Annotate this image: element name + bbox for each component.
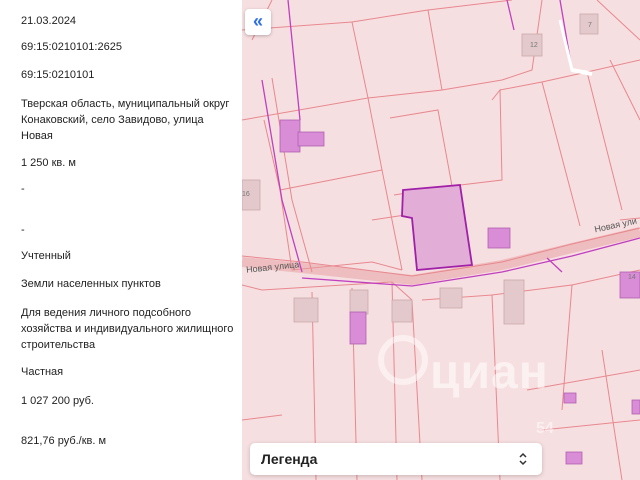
cadastral-value: 1 027 200 руб.	[21, 395, 94, 407]
house-number: 16	[242, 191, 250, 198]
cadastral-quarter: 69:15:0210101	[21, 69, 95, 81]
row-label: и	[0, 364, 5, 378]
map-canvas[interactable]	[242, 0, 640, 480]
registration-date: 21.03.2024	[21, 15, 77, 27]
collapse-panel-button[interactable]: «	[245, 9, 271, 35]
row-label: н	[0, 67, 5, 81]
row-label: ь	[0, 433, 5, 447]
watermark-number: 54	[536, 420, 554, 437]
legend-label: Легенда	[261, 451, 318, 467]
empty-value: -	[21, 224, 25, 236]
status: Учтенный	[21, 250, 71, 262]
house-number: 7	[588, 22, 592, 29]
info-panel: 21.03.2024 69:15:0210101:2625 н 69:15:02…	[0, 0, 242, 480]
price-per-sqm: 821,76 руб./кв. м	[21, 435, 107, 447]
address: Тверская область, муниципальный округ Ко…	[21, 98, 230, 142]
watermark-text: циан	[430, 346, 549, 399]
up-down-chevron-icon	[519, 452, 527, 466]
house-number: 12	[530, 42, 538, 49]
cian-logo-icon	[378, 335, 428, 385]
area: 1 250 кв. м	[21, 157, 76, 169]
permitted-use: Для ведения личного подсобного хозяйства…	[21, 307, 234, 351]
double-chevron-left-icon: «	[252, 11, 263, 31]
house-number: 14	[628, 274, 636, 281]
ownership-form: Частная	[21, 366, 64, 378]
cadastral-map[interactable]: Новая улица Новая ули 12 7 16 14	[242, 0, 640, 480]
legend-dropdown[interactable]: Легенда	[250, 443, 542, 475]
land-category: Земли населенных пунктов	[21, 278, 161, 290]
empty-value: -	[21, 183, 25, 195]
cadastral-number: 69:15:0210101:2625	[21, 41, 122, 53]
selected-parcel[interactable]	[401, 184, 474, 271]
